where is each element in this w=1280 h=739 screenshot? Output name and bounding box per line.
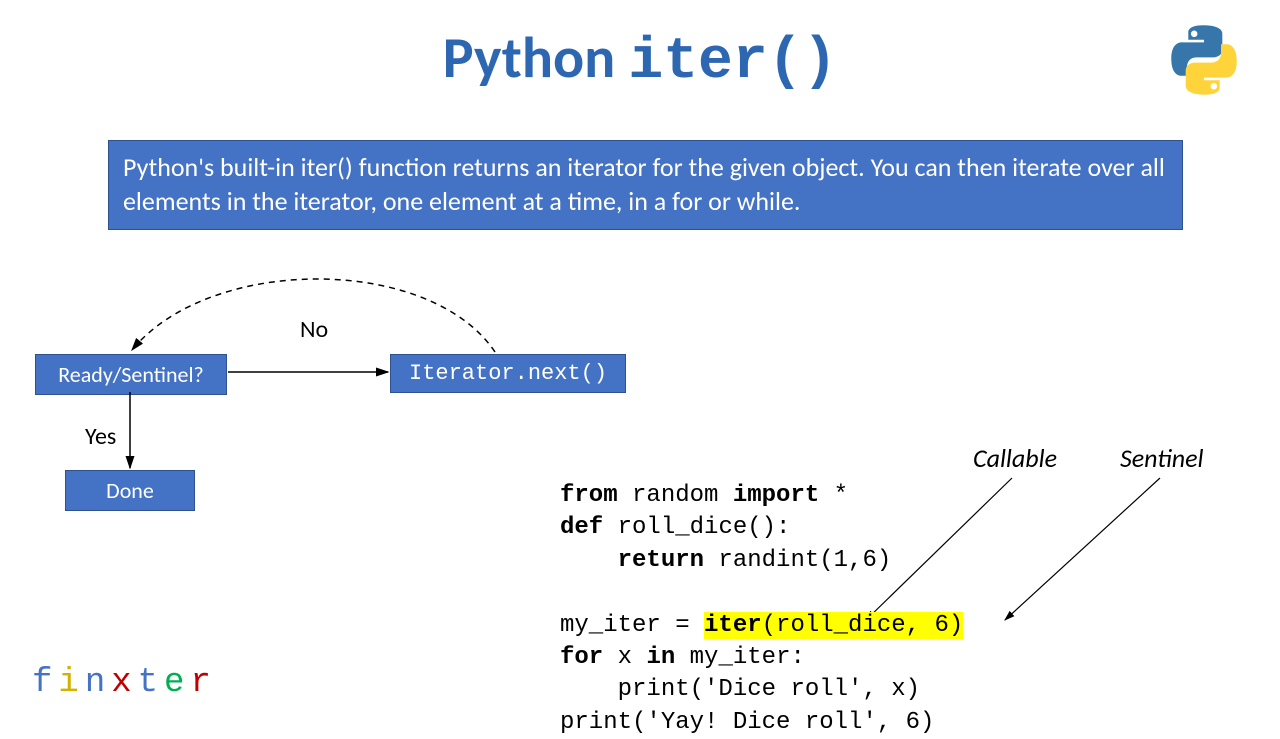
code-l7: print('Dice roll', x) bbox=[560, 676, 920, 703]
description-box: Python's built-in iter() function return… bbox=[108, 140, 1183, 230]
code-t1d: * bbox=[819, 482, 848, 509]
code-t5c: (roll_dice, 6) bbox=[762, 612, 964, 639]
code-t1b: random bbox=[618, 482, 733, 509]
label-callable: Callable bbox=[973, 442, 1057, 474]
brand-letter: x bbox=[111, 664, 137, 702]
flow-label-no: No bbox=[300, 315, 328, 344]
brand-letter: r bbox=[190, 664, 216, 702]
brand-letter: i bbox=[58, 664, 84, 702]
code-kw-in: in bbox=[646, 644, 675, 671]
flow-box-ready: Ready/Sentinel? bbox=[35, 354, 227, 395]
code-t6b: x bbox=[603, 644, 646, 671]
code-t3a bbox=[560, 547, 618, 574]
flow-ready-text: Ready/Sentinel? bbox=[58, 361, 203, 388]
label-sentinel: Sentinel bbox=[1120, 442, 1204, 474]
code-kw-from: from bbox=[560, 482, 618, 509]
flow-done-text: Done bbox=[106, 477, 154, 504]
flow-label-yes: Yes bbox=[85, 422, 116, 451]
code-t2b: roll_dice(): bbox=[603, 514, 790, 541]
description-text: Python's built-in iter() function return… bbox=[123, 151, 1165, 217]
code-kw-iter: iter bbox=[704, 612, 762, 639]
code-t3c: randint(1,6) bbox=[704, 547, 891, 574]
brand-letter: t bbox=[138, 664, 164, 702]
flow-box-done: Done bbox=[65, 470, 195, 511]
brand-letter: f bbox=[32, 664, 58, 702]
code-t5a: my_iter = bbox=[560, 612, 704, 639]
brand-letter: n bbox=[85, 664, 111, 702]
title-prefix: Python bbox=[443, 22, 629, 93]
code-kw-import: import bbox=[733, 482, 819, 509]
brand-letter: e bbox=[164, 664, 190, 702]
python-logo-icon bbox=[1168, 24, 1240, 96]
title-func: iter() bbox=[628, 30, 837, 95]
code-l8: print('Yay! Dice roll', 6) bbox=[560, 709, 934, 736]
code-kw-for: for bbox=[560, 644, 603, 671]
flow-box-iterator: Iterator.next() bbox=[390, 354, 626, 393]
code-kw-return: return bbox=[618, 547, 704, 574]
page-title: Python iter() bbox=[0, 22, 1280, 95]
flow-iterator-text: Iterator.next() bbox=[409, 361, 607, 386]
code-t6d: my_iter: bbox=[675, 644, 805, 671]
code-example: from random import * def roll_dice(): re… bbox=[560, 480, 963, 739]
code-kw-def: def bbox=[560, 514, 603, 541]
brand-logo: finxter bbox=[32, 664, 217, 702]
